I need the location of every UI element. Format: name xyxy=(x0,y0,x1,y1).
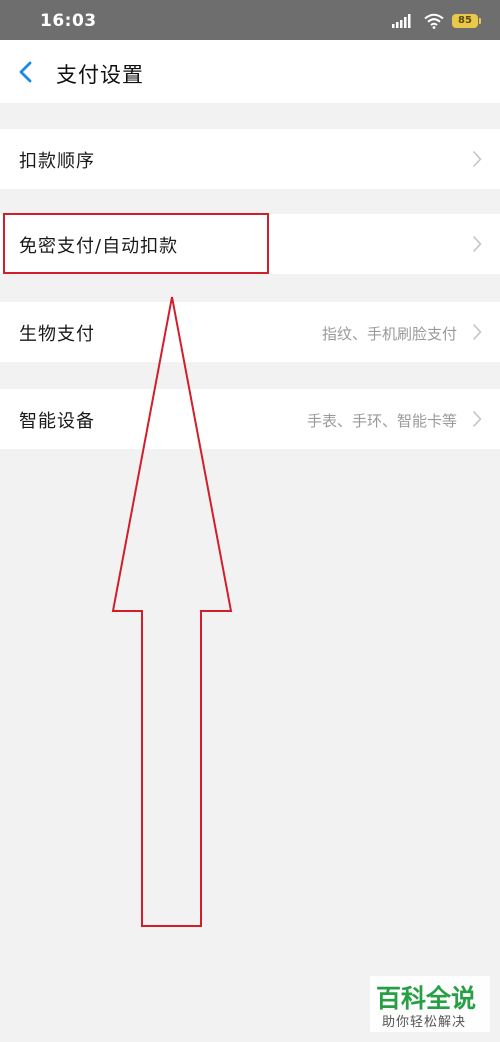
chevron-right-icon xyxy=(472,323,482,341)
chevron-right-icon xyxy=(472,410,482,428)
watermark: 百科全说 助你轻松解决 xyxy=(370,976,490,1032)
nav-bar: 支付设置 xyxy=(0,40,500,103)
watermark-tagline: 助你轻松解决 xyxy=(382,1015,467,1030)
row-value: 手表、手环、智能卡等 xyxy=(306,412,457,430)
row-label: 扣款顺序 xyxy=(19,151,95,172)
chevron-right-icon xyxy=(472,235,482,253)
settings-row-password-free-payment[interactable]: 免密支付/自动扣款 xyxy=(0,214,500,274)
settings-row-smart-devices[interactable]: 智能设备 手表、手环、智能卡等 xyxy=(0,389,500,449)
status-time: 16:03 xyxy=(40,11,97,31)
row-label: 免密支付/自动扣款 xyxy=(19,236,179,257)
chevron-left-icon xyxy=(19,61,32,83)
back-button[interactable] xyxy=(10,52,46,92)
wifi-icon xyxy=(424,13,444,29)
row-label: 智能设备 xyxy=(19,411,95,432)
chevron-right-icon xyxy=(472,150,482,168)
page-title: 支付设置 xyxy=(56,63,144,87)
signal-icon xyxy=(392,14,411,28)
watermark-logo: 百科全说 xyxy=(376,984,477,1013)
row-value: 指纹、手机刷脸支付 xyxy=(321,325,457,343)
status-bar: 16:03 85 xyxy=(0,0,500,40)
settings-row-biometric-payment[interactable]: 生物支付 指纹、手机刷脸支付 xyxy=(0,302,500,362)
settings-row-deduction-order[interactable]: 扣款顺序 xyxy=(0,129,500,189)
battery-icon: 85 xyxy=(452,14,481,28)
status-icons: 85 xyxy=(392,11,481,31)
row-label: 生物支付 xyxy=(19,324,95,345)
